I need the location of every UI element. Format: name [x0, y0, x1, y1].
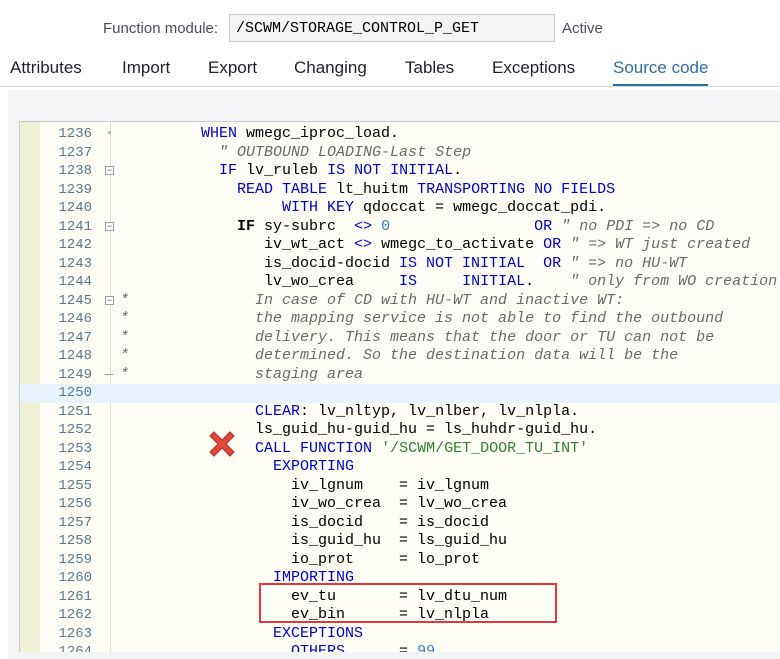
code-line[interactable]: 1257 is_docid = is_docid	[20, 514, 780, 533]
line-number: 1255	[58, 477, 92, 494]
line-number: 1259	[58, 551, 92, 568]
tab-tables[interactable]: Tables	[405, 58, 454, 78]
line-number: 1257	[58, 514, 92, 531]
code-text[interactable]: WITH KEY qdoccat = wmegc_doccat_pdi.	[120, 199, 606, 218]
highlight-box	[259, 583, 557, 623]
code-text[interactable]: is_docid-docid IS NOT INITIAL OR " => no…	[120, 255, 687, 274]
code-line[interactable]: 1252 ls_guid_hu-guid_hu = ls_huhdr-guid_…	[20, 421, 780, 440]
line-number: 1243	[58, 255, 92, 272]
line-number: 1256	[58, 496, 92, 512]
tab-export[interactable]: Export	[208, 58, 257, 78]
code-line[interactable]: 1244 lv_wo_crea IS INITIAL. " only from …	[20, 273, 780, 292]
line-number: 1242	[58, 237, 92, 253]
code-text[interactable]: io_prot = lo_prot	[120, 551, 480, 570]
code-line[interactable]: 1240 WITH KEY qdoccat = wmegc_doccat_pdi…	[20, 199, 780, 218]
code-line[interactable]: 1245 − * In case of CD with HU-WT and inac…	[20, 292, 780, 311]
line-number: 1249	[58, 366, 92, 383]
code-text[interactable]: ls_guid_hu-guid_hu = ls_huhdr-guid_hu.	[120, 421, 597, 440]
code-line[interactable]: 1247 * delivery. This means that the door…	[20, 329, 780, 348]
code-editor[interactable]: 1236 WHEN wmegc_iproc_load. 1237 " OUTBOU…	[19, 121, 780, 652]
code-line[interactable]: 1258 is_guid_hu = ls_guid_hu	[20, 532, 780, 551]
function-module-field[interactable]: /SCWM/STORAGE_CONTROL_P_GET	[229, 14, 555, 42]
delete-x-icon[interactable]	[205, 427, 239, 461]
tab-attributes[interactable]: Attributes	[10, 58, 82, 78]
fold-end-icon	[105, 373, 113, 375]
code-text[interactable]: iv_lgnum = iv_lgnum	[120, 477, 489, 496]
tab-import[interactable]: Import	[122, 58, 170, 78]
code-text[interactable]: EXCEPTIONS	[120, 625, 363, 644]
line-number: 1260	[58, 570, 92, 586]
line-number: 1264	[58, 644, 92, 652]
code-text[interactable]: * staging area	[120, 366, 363, 385]
code-line[interactable]: 1251 CLEAR: lv_nltyp, lv_nlber, lv_nlpla…	[20, 403, 780, 422]
code-text[interactable]: is_docid = is_docid	[120, 514, 489, 533]
code-line[interactable]: 1248 * determined. So the destination dat…	[20, 347, 780, 366]
line-number: 1258	[58, 533, 92, 549]
code-text[interactable]: iv_wt_act <> wmegc_to_activate OR " => W…	[120, 236, 750, 255]
status-text: Active	[562, 20, 603, 37]
code-text[interactable]: * delivery. This means that the door or …	[120, 329, 714, 348]
code-text[interactable]: * the mapping service is not able to fin…	[120, 310, 723, 329]
code-text[interactable]: " OUTBOUND LOADING-Last Step	[120, 144, 471, 163]
code-text[interactable]: lv_wo_crea IS INITIAL. " only from WO cr…	[120, 273, 777, 292]
tab-bar: Attributes Import Export Changing Tables…	[0, 50, 780, 87]
code-text[interactable]: is_guid_hu = ls_guid_hu	[120, 532, 507, 551]
line-number: 1247	[58, 329, 92, 346]
code-line[interactable]: 1246 * the mapping service is not able to…	[20, 310, 780, 329]
line-number: 1236	[58, 126, 92, 142]
line-number: 1245	[58, 292, 92, 309]
fold-marker-icon	[108, 131, 111, 134]
line-number: 1263	[58, 625, 92, 642]
line-number: 1240	[58, 200, 92, 216]
code-text[interactable]: CALL FUNCTION '/SCWM/GET_DOOR_TU_INT'	[120, 440, 588, 459]
code-text[interactable]: READ TABLE lt_huitm TRANSPORTING NO FIEL…	[120, 181, 615, 200]
line-number: 1261	[58, 588, 92, 605]
line-number: 1248	[58, 348, 92, 364]
code-line[interactable]: 1249 * staging area	[20, 366, 780, 385]
code-line[interactable]: 1254 EXPORTING	[20, 458, 780, 477]
tab-changing[interactable]: Changing	[294, 58, 367, 78]
code-line[interactable]: 1250	[20, 384, 780, 403]
function-module-label: Function module:	[103, 20, 219, 37]
tab-source-code[interactable]: Source code	[613, 58, 709, 86]
tab-exceptions[interactable]: Exceptions	[492, 58, 575, 78]
collapse-block-icon[interactable]: −	[105, 221, 114, 231]
code-line[interactable]: 1236 WHEN wmegc_iproc_load.	[20, 125, 780, 144]
code-line[interactable]: 1259 io_prot = lo_prot	[20, 551, 780, 570]
code-line[interactable]: 1239 READ TABLE lt_huitm TRANSPORTING NO…	[20, 181, 780, 200]
line-number: 1246	[58, 311, 92, 327]
code-text[interactable]: iv_wo_crea = lv_wo_crea	[120, 495, 507, 514]
code-text[interactable]: CLEAR: lv_nltyp, lv_nlber, lv_nlpla.	[120, 403, 579, 422]
code-line[interactable]: 1238 − IF lv_ruleb IS NOT INITIAL.	[20, 162, 780, 181]
line-number: 1250	[58, 385, 92, 401]
code-line[interactable]: 1263 EXCEPTIONS	[20, 625, 780, 644]
code-line[interactable]: 1253 CALL FUNCTION '/SCWM/GET_DOOR_TU_IN…	[20, 440, 780, 459]
code-line[interactable]: 1242 iv_wt_act <> wmegc_to_activate OR "…	[20, 236, 780, 255]
code-line[interactable]: 1243 is_docid-docid IS NOT INITIAL OR " …	[20, 255, 780, 274]
line-number: 1239	[58, 181, 92, 198]
line-number: 1244	[58, 274, 92, 290]
line-number: 1238	[58, 163, 92, 179]
collapse-block-icon[interactable]: −	[105, 295, 114, 305]
code-line[interactable]: 1256 iv_wo_crea = lv_wo_crea	[20, 495, 780, 514]
line-number: 1253	[58, 440, 92, 457]
line-number: 1241	[58, 218, 92, 235]
code-text[interactable]: OTHERS = 99	[120, 643, 435, 652]
code-text[interactable]: * In case of CD with HU-WT and inactive …	[120, 292, 624, 311]
code-line[interactable]: 1255 iv_lgnum = iv_lgnum	[20, 477, 780, 496]
line-number: 1252	[58, 422, 92, 438]
code-line[interactable]: 1241 − IF sy-subrc <> 0 OR " no PDI => no…	[20, 218, 780, 237]
line-number: 1251	[58, 403, 92, 420]
line-number: 1254	[58, 459, 92, 475]
line-number: 1262	[58, 607, 92, 623]
code-text[interactable]: WHEN wmegc_iproc_load.	[120, 125, 399, 144]
line-number: 1237	[58, 144, 92, 161]
code-line[interactable]: 1237 " OUTBOUND LOADING-Last Step	[20, 144, 780, 163]
code-text[interactable]: * determined. So the destination data wi…	[120, 347, 678, 366]
code-line[interactable]: 1264 OTHERS = 99	[20, 643, 780, 652]
code-text[interactable]: IF sy-subrc <> 0 OR " no PDI => no CD	[120, 218, 714, 237]
function-module-header: Function module: /SCWM/STORAGE_CONTROL_P…	[0, 0, 780, 50]
collapse-block-icon[interactable]: −	[105, 166, 114, 175]
code-text[interactable]: IF lv_ruleb IS NOT INITIAL.	[120, 162, 462, 181]
